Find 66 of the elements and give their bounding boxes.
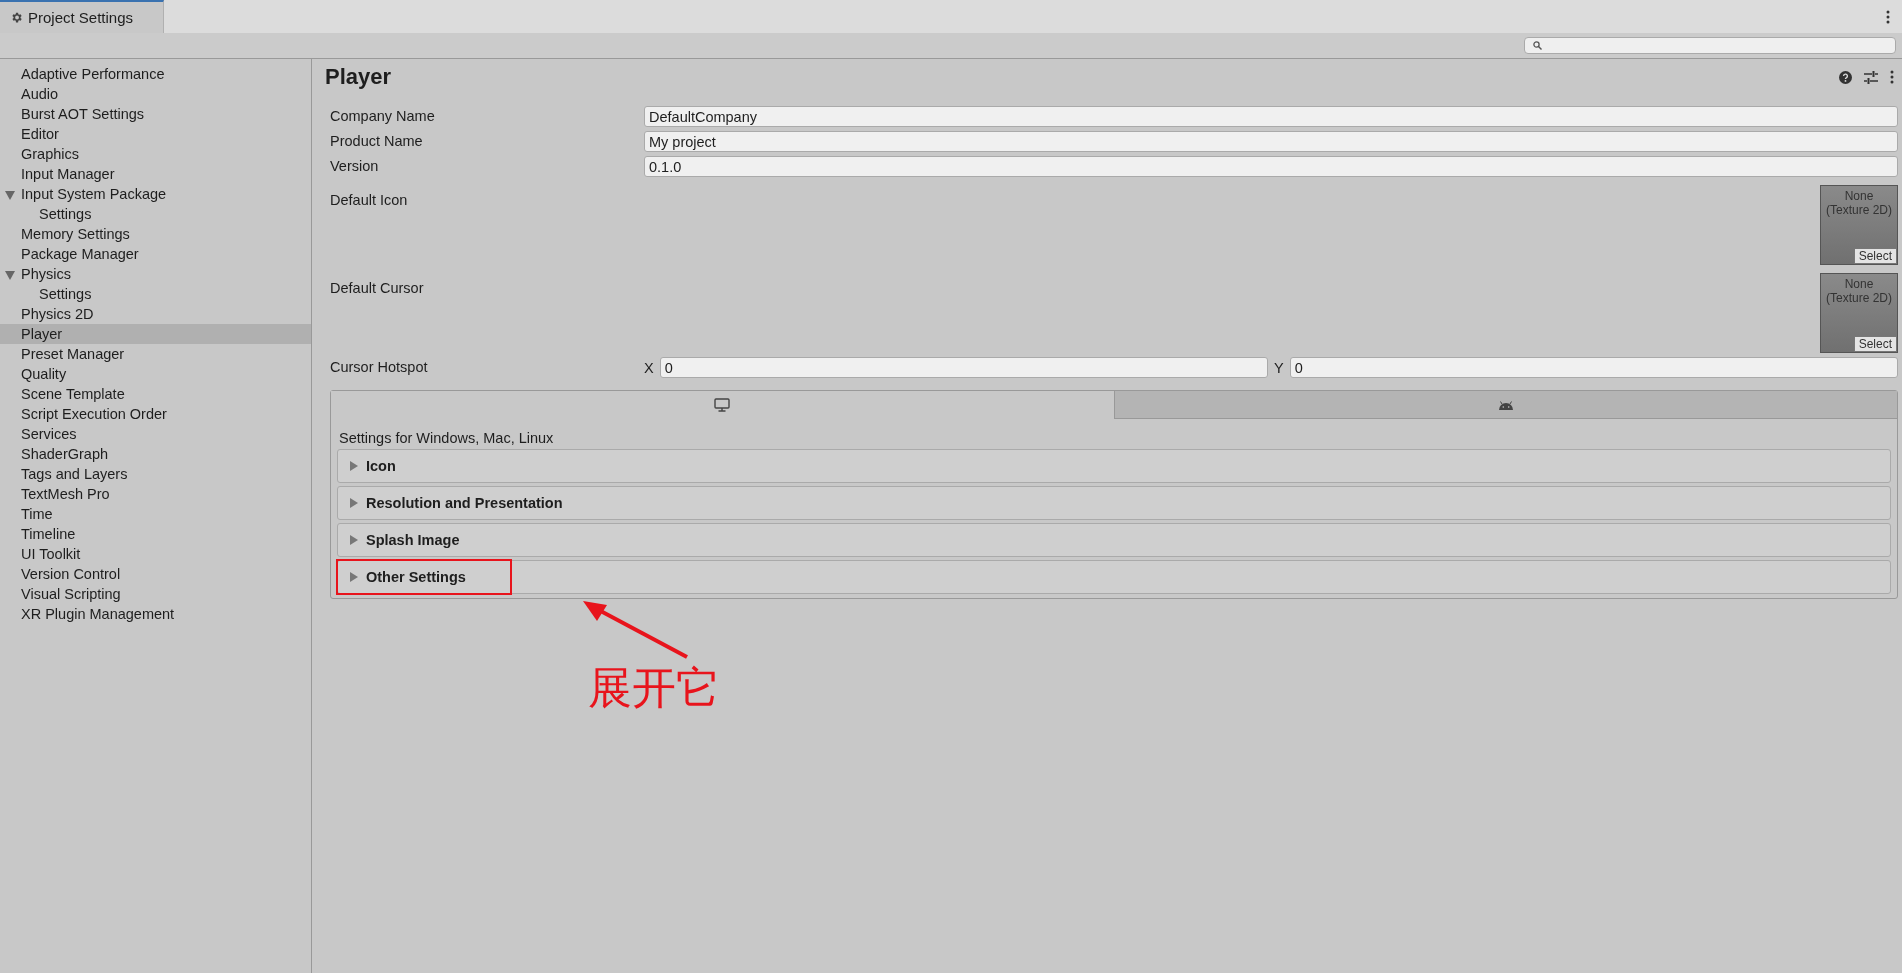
gear-icon bbox=[10, 11, 23, 24]
sidebar-item[interactable]: Settings bbox=[0, 284, 311, 304]
sidebar-item[interactable]: XR Plugin Management bbox=[0, 604, 311, 624]
platform-caption: Settings for Windows, Mac, Linux bbox=[338, 429, 555, 448]
sidebar-item[interactable]: Services bbox=[0, 424, 311, 444]
sidebar-item[interactable]: Editor bbox=[0, 124, 311, 144]
text-field[interactable]: My project bbox=[644, 131, 1898, 152]
sliders-icon[interactable] bbox=[1864, 70, 1878, 84]
sidebar-item[interactable]: Timeline bbox=[0, 524, 311, 544]
sidebar-item[interactable]: Quality bbox=[0, 364, 311, 384]
y-field[interactable]: 0 bbox=[1289, 357, 1898, 378]
foldout-header[interactable]: Other Settings bbox=[338, 561, 510, 593]
help-icon[interactable] bbox=[1839, 70, 1852, 84]
sidebar-item[interactable]: Input System Package bbox=[0, 184, 311, 204]
window-tab[interactable]: Project Settings bbox=[0, 0, 164, 33]
field-label: Default Icon bbox=[330, 191, 409, 210]
sidebar-item[interactable]: Audio bbox=[0, 84, 311, 104]
x-field[interactable]: 0 bbox=[659, 357, 1268, 378]
monitor-icon bbox=[714, 398, 731, 412]
texture-field[interactable]: None (Texture 2D) Select bbox=[1820, 273, 1898, 353]
texture-value: None (Texture 2D) bbox=[1825, 277, 1893, 305]
sidebar-item[interactable]: Physics bbox=[0, 264, 311, 284]
page-title: Player bbox=[325, 64, 393, 90]
sidebar-item[interactable]: TextMesh Pro bbox=[0, 484, 311, 504]
search-field[interactable] bbox=[1524, 37, 1896, 54]
sidebar-item[interactable]: Time bbox=[0, 504, 311, 524]
text-field[interactable]: 0.1.0 bbox=[644, 156, 1898, 177]
text-field[interactable]: DefaultCompany bbox=[644, 106, 1898, 127]
sidebar-item[interactable]: Player bbox=[0, 324, 311, 344]
select-button[interactable]: Select bbox=[1853, 336, 1897, 352]
sidebar-item[interactable]: Graphics bbox=[0, 144, 311, 164]
search-icon bbox=[1533, 41, 1542, 50]
select-button[interactable]: Select bbox=[1853, 248, 1897, 264]
sidebar-item[interactable]: Adaptive Performance bbox=[0, 64, 311, 84]
field-label: Default Cursor bbox=[330, 279, 425, 298]
sidebar-item[interactable]: Physics 2D bbox=[0, 304, 311, 324]
sidebar-item[interactable]: UI Toolkit bbox=[0, 544, 311, 564]
sidebar-item[interactable]: Settings bbox=[0, 204, 311, 224]
field-label: Version bbox=[330, 157, 380, 176]
sidebar-item[interactable]: ShaderGraph bbox=[0, 444, 311, 464]
sidebar-item[interactable]: Burst AOT Settings bbox=[0, 104, 311, 124]
sidebar-item[interactable]: Preset Manager bbox=[0, 344, 311, 364]
sidebar-item[interactable]: Input Manager bbox=[0, 164, 311, 184]
foldout-header[interactable]: Resolution and Presentation bbox=[338, 487, 1890, 519]
field-label: Cursor Hotspot bbox=[330, 358, 429, 377]
sidebar-item[interactable]: Version Control bbox=[0, 564, 311, 584]
texture-value: None (Texture 2D) bbox=[1825, 189, 1893, 217]
sidebar-item[interactable]: Script Execution Order bbox=[0, 404, 311, 424]
foldout-header[interactable]: Splash Image bbox=[338, 524, 1890, 556]
sidebar-item[interactable]: Memory Settings bbox=[0, 224, 311, 244]
sidebar-item[interactable]: Tags and Layers bbox=[0, 464, 311, 484]
field-label: Product Name bbox=[330, 132, 424, 151]
sidebar-item[interactable]: Package Manager bbox=[0, 244, 311, 264]
caret-icon[interactable] bbox=[5, 191, 15, 200]
field-label: Company Name bbox=[330, 107, 436, 126]
axis-label: X bbox=[644, 359, 654, 376]
annotation-text: 展开它 bbox=[588, 661, 720, 715]
axis-label: Y bbox=[1274, 359, 1284, 376]
more-menu-icon[interactable] bbox=[1890, 70, 1894, 84]
more-menu-icon[interactable] bbox=[1886, 9, 1890, 24]
texture-field[interactable]: None (Texture 2D) Select bbox=[1820, 185, 1898, 265]
sidebar-item[interactable]: Scene Template bbox=[0, 384, 311, 404]
android-icon bbox=[1497, 399, 1514, 410]
caret-icon[interactable] bbox=[5, 271, 15, 280]
sidebar-item[interactable]: Visual Scripting bbox=[0, 584, 311, 604]
foldout-header[interactable]: Icon bbox=[338, 450, 1890, 482]
